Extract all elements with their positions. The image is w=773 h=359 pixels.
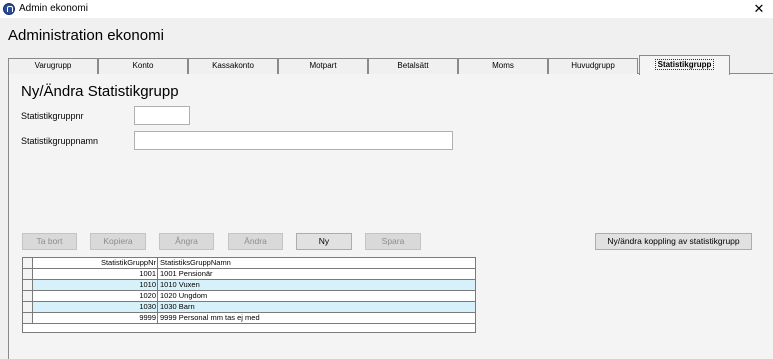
- table-row[interactable]: 1001 1001 Pensionär: [23, 269, 475, 280]
- table-row[interactable]: 1030 1030 Barn: [23, 302, 475, 313]
- tab-konto[interactable]: Konto: [98, 58, 188, 74]
- statistikgruppnamn-input[interactable]: [134, 131, 453, 150]
- close-icon[interactable]: ✕: [745, 0, 773, 18]
- edit-button[interactable]: Ändra: [228, 233, 283, 250]
- link-statistikgrupp-button[interactable]: Ny/ändra koppling av statistikgrupp: [595, 233, 752, 250]
- copy-button[interactable]: Kopiera: [90, 233, 146, 250]
- header-selector: [23, 258, 33, 269]
- table-row[interactable]: 1020 1020 Ungdom: [23, 291, 475, 302]
- tab-betalsatt[interactable]: Betalsätt: [368, 58, 458, 74]
- tab-kassakonto[interactable]: Kassakonto: [188, 58, 278, 74]
- cell-nr: 1020: [33, 291, 158, 302]
- save-button[interactable]: Spara: [365, 233, 421, 250]
- page-title: Administration ekonomi: [8, 27, 164, 44]
- table-header: StatistikGruppNr StatistiksGruppNamn: [23, 258, 475, 269]
- statistikgruppnamn-label: Statistikgruppnamn: [21, 136, 99, 146]
- column-header-nr[interactable]: StatistikGruppNr: [33, 258, 158, 269]
- column-header-name[interactable]: StatistiksGruppNamn: [158, 258, 475, 269]
- undo-button[interactable]: Ångra: [159, 233, 214, 250]
- row-selector[interactable]: [23, 269, 33, 280]
- form-heading: Ny/Ändra Statistikgrupp: [21, 83, 179, 100]
- app-icon: [3, 3, 15, 15]
- cell-nr: 1001: [33, 269, 158, 280]
- cell-name: 1010 Vuxen: [158, 280, 475, 291]
- new-button[interactable]: Ny: [296, 233, 352, 250]
- tab-moms[interactable]: Moms: [458, 58, 548, 74]
- statistikgruppnr-label: Statistikgruppnr: [21, 111, 84, 121]
- cell-nr: 1030: [33, 302, 158, 313]
- cell-nr: 1010: [33, 280, 158, 291]
- statistikgrupp-table[interactable]: StatistikGruppNr StatistiksGruppNamn 100…: [22, 257, 476, 333]
- cell-name: 1030 Barn: [158, 302, 475, 313]
- table-row[interactable]: 1010 1010 Vuxen: [23, 280, 475, 291]
- tab-varugrupp[interactable]: Varugrupp: [8, 58, 98, 74]
- cell-name: 9999 Personal mm tas ej med: [158, 313, 475, 324]
- tab-huvudgrupp[interactable]: Huvudgrupp: [548, 58, 638, 74]
- cell-nr: 9999: [33, 313, 158, 324]
- statistikgruppnr-input[interactable]: [134, 106, 190, 125]
- tab-motpart[interactable]: Motpart: [278, 58, 368, 74]
- table-row[interactable]: 9999 9999 Personal mm tas ej med: [23, 313, 475, 324]
- tab-statistikgrupp[interactable]: Statistikgrupp: [639, 55, 730, 75]
- title-bar: Admin ekonomi ✕: [0, 0, 773, 18]
- row-selector[interactable]: [23, 302, 33, 313]
- row-selector[interactable]: [23, 280, 33, 291]
- window-title: Admin ekonomi: [19, 3, 88, 14]
- row-selector[interactable]: [23, 313, 33, 324]
- tab-bar: Varugrupp Konto Kassakonto Motpart Betal…: [0, 55, 773, 75]
- delete-button[interactable]: Ta bort: [22, 233, 77, 250]
- row-selector[interactable]: [23, 291, 33, 302]
- cell-name: 1001 Pensionär: [158, 269, 475, 280]
- cell-name: 1020 Ungdom: [158, 291, 475, 302]
